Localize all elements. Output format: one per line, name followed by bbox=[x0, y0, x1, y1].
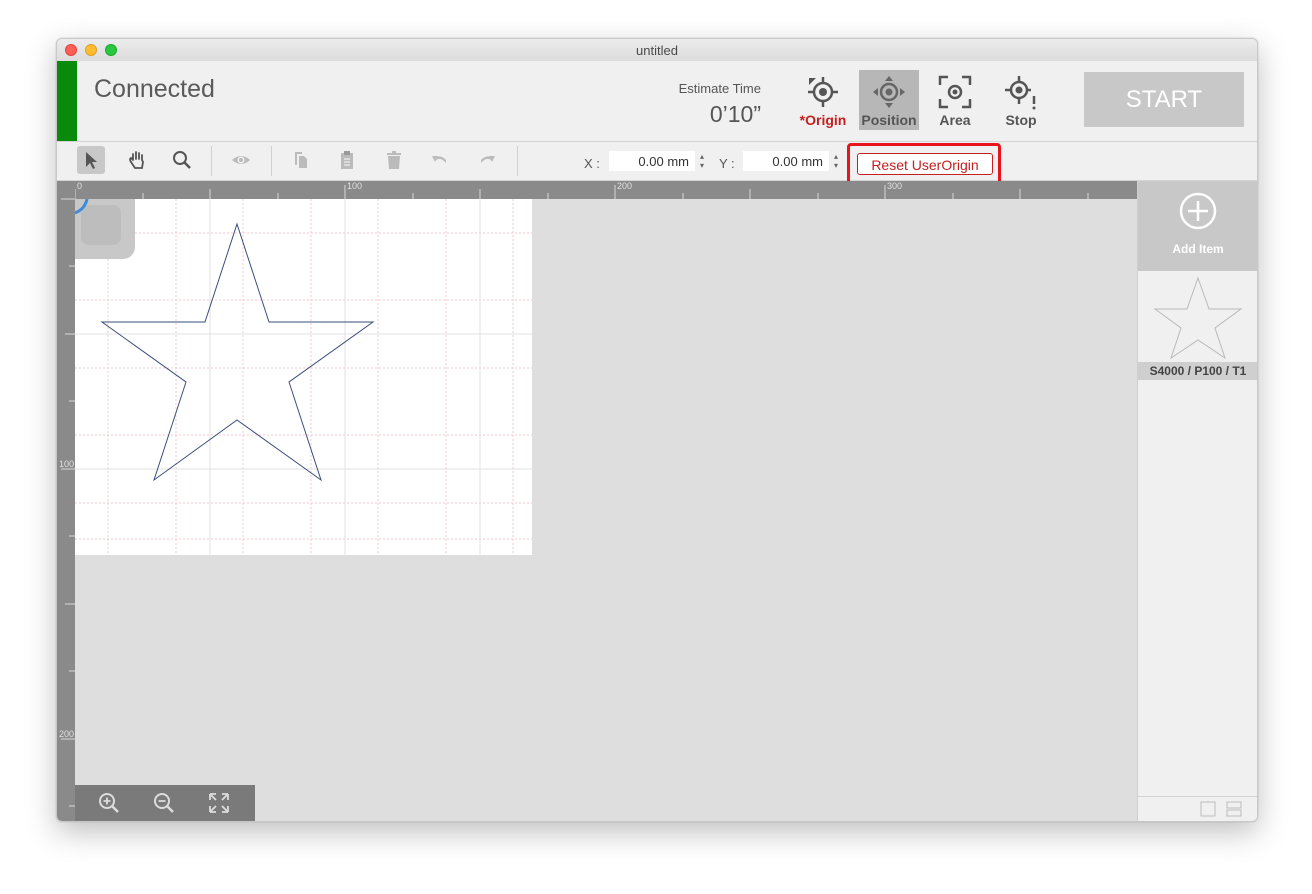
hand-icon bbox=[129, 151, 144, 169]
delete-button[interactable] bbox=[380, 146, 408, 174]
ruler-vertical: 100 200 bbox=[57, 181, 75, 821]
edit-toolbar: X : ▴▾ Y : ▴▾ Reset UserOrigin bbox=[57, 142, 1257, 181]
arrow-pointer-icon bbox=[86, 152, 97, 169]
split-view-icon[interactable] bbox=[1226, 801, 1242, 817]
origin-corner-widget[interactable] bbox=[74, 198, 135, 259]
zoom-out-icon bbox=[154, 793, 174, 813]
paste-button[interactable] bbox=[333, 146, 361, 174]
pan-tool-button[interactable] bbox=[123, 146, 151, 174]
ruler-label: 0 bbox=[77, 181, 83, 191]
redo-icon bbox=[481, 156, 495, 163]
panel-footer bbox=[1138, 796, 1257, 821]
ruler-label: 300 bbox=[887, 181, 903, 191]
single-view-icon[interactable] bbox=[1200, 801, 1216, 817]
origin-button[interactable]: *Origin bbox=[793, 70, 853, 130]
area-label: Area bbox=[939, 112, 971, 128]
undo-button[interactable] bbox=[426, 146, 454, 174]
copy-icon bbox=[295, 152, 307, 168]
ruler-label: 200 bbox=[59, 729, 75, 739]
x-coordinate-label: X : bbox=[584, 156, 600, 171]
expand-icon bbox=[209, 793, 229, 813]
highlight-box bbox=[847, 143, 1001, 185]
estimate-time-label: Estimate Time bbox=[678, 81, 761, 96]
origin-label: *Origin bbox=[799, 112, 847, 128]
area-icon bbox=[938, 75, 972, 109]
origin-marker-icon bbox=[74, 198, 121, 245]
ruler-label: 100 bbox=[59, 459, 75, 469]
star-shape[interactable] bbox=[100, 222, 375, 482]
eye-icon bbox=[232, 156, 250, 164]
fit-view-button[interactable] bbox=[205, 789, 233, 817]
clipboard-icon bbox=[341, 151, 353, 169]
item-panel: Add Item S4000 / P100 / T1 bbox=[1137, 181, 1257, 821]
zoom-controls bbox=[75, 785, 255, 821]
add-item-label: Add Item bbox=[1172, 242, 1224, 256]
grid-and-shape bbox=[75, 199, 532, 555]
y-coordinate-label: Y : bbox=[719, 156, 735, 171]
plus-circle-icon bbox=[1179, 192, 1217, 230]
area-button[interactable]: Area bbox=[925, 70, 985, 130]
x-coordinate-input[interactable] bbox=[609, 151, 695, 171]
ruler-horizontal: 0 100 200 300 bbox=[57, 181, 1137, 199]
header: Connected Estimate Time 0’10” *Origin Po… bbox=[57, 61, 1257, 142]
estimate-time-value: 0’10” bbox=[709, 101, 761, 127]
position-button[interactable]: Position bbox=[859, 70, 919, 130]
x-coordinate-stepper[interactable]: ▴ ▾ bbox=[697, 152, 707, 172]
trash-icon bbox=[387, 151, 401, 169]
zoom-out-button[interactable] bbox=[150, 789, 178, 817]
ruler-label: 100 bbox=[347, 181, 363, 191]
copy-button[interactable] bbox=[287, 146, 315, 174]
y-coordinate-input[interactable] bbox=[743, 151, 829, 171]
window-title: untitled bbox=[636, 43, 678, 58]
toolbar-divider bbox=[517, 146, 518, 176]
connection-status-indicator bbox=[57, 61, 77, 141]
stop-icon bbox=[1005, 76, 1036, 110]
origin-icon bbox=[808, 77, 838, 107]
position-icon bbox=[873, 76, 905, 108]
stop-button[interactable]: Stop bbox=[991, 70, 1051, 130]
zoom-in-icon bbox=[99, 793, 119, 813]
toolbar-divider bbox=[271, 146, 272, 176]
undo-icon bbox=[432, 156, 446, 163]
y-coordinate-stepper[interactable]: ▴ ▾ bbox=[831, 152, 841, 172]
preview-button[interactable] bbox=[227, 146, 255, 174]
redo-button[interactable] bbox=[473, 146, 501, 174]
zoom-in-button[interactable] bbox=[95, 789, 123, 817]
magnifier-icon bbox=[173, 151, 191, 169]
star-thumbnail bbox=[1153, 276, 1243, 360]
ruler-label: 200 bbox=[617, 181, 633, 191]
toolbar-divider bbox=[211, 146, 212, 176]
connection-status: Connected bbox=[94, 75, 215, 103]
start-button[interactable]: START bbox=[1084, 72, 1244, 127]
app-window: untitled Connected Estimate Time 0’10” *… bbox=[56, 38, 1258, 822]
design-canvas[interactable]: 0 100 200 300 100 200 bbox=[57, 181, 1137, 821]
zoom-tool-button[interactable] bbox=[168, 146, 196, 174]
work-area bbox=[75, 199, 532, 555]
select-tool-button[interactable] bbox=[77, 146, 105, 174]
item-settings-label[interactable]: S4000 / P100 / T1 bbox=[1138, 362, 1257, 380]
add-item-button[interactable]: Add Item bbox=[1138, 181, 1257, 271]
stop-label: Stop bbox=[1005, 112, 1037, 128]
title-bar: untitled bbox=[57, 39, 1257, 62]
position-label: Position bbox=[861, 112, 917, 128]
